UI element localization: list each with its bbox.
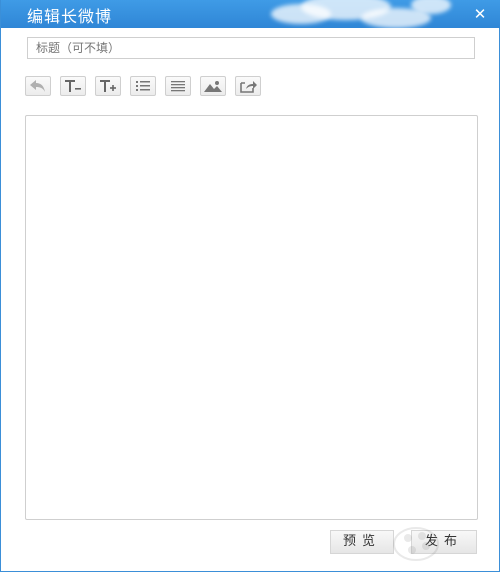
- window-title: 编辑长微博: [27, 7, 113, 26]
- image-icon: [204, 81, 222, 92]
- formatting-toolbar: [25, 76, 261, 98]
- title-input[interactable]: [27, 37, 475, 59]
- font-larger-icon: [100, 80, 116, 92]
- close-icon: ✕: [473, 5, 487, 23]
- insert-image-button[interactable]: [200, 76, 226, 96]
- align-icon: [171, 81, 185, 92]
- align-button[interactable]: [165, 76, 191, 96]
- font-larger-button[interactable]: [95, 76, 121, 96]
- share-icon: [240, 81, 257, 93]
- list-icon: [136, 81, 150, 91]
- publish-button[interactable]: 发布: [411, 530, 477, 554]
- edit-long-weibo-dialog: 编辑长微博 ✕ 标题（可不填） 预览 发布: [0, 0, 500, 572]
- close-button[interactable]: ✕: [471, 5, 489, 23]
- font-smaller-icon: [65, 80, 81, 92]
- undo-icon: [30, 80, 45, 92]
- preview-button[interactable]: 预览: [330, 530, 394, 554]
- share-button[interactable]: [235, 76, 261, 96]
- font-smaller-button[interactable]: [60, 76, 86, 96]
- content-editor[interactable]: [25, 115, 478, 520]
- list-button[interactable]: [130, 76, 156, 96]
- undo-button[interactable]: [25, 76, 51, 96]
- content-textarea[interactable]: [28, 118, 475, 517]
- titlebar[interactable]: 编辑长微博 ✕: [1, 0, 500, 28]
